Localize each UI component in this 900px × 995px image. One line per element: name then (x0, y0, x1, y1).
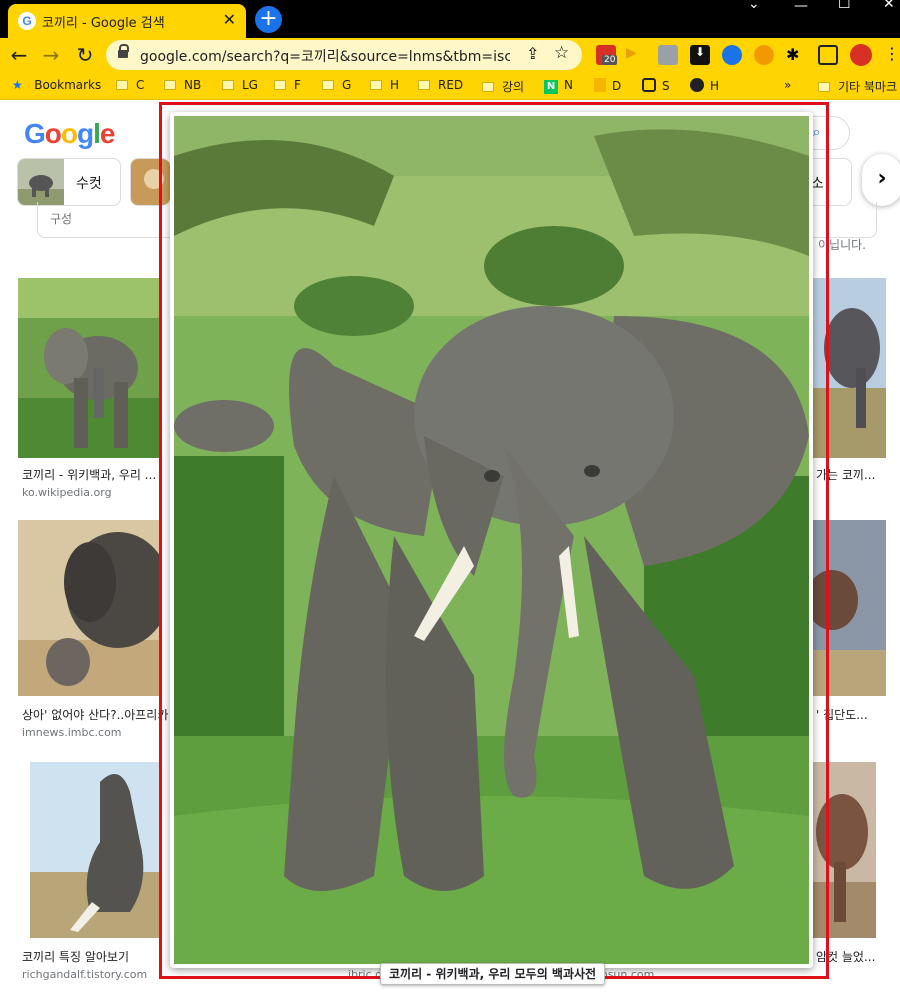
minimize-button[interactable]: — (794, 0, 808, 18)
browser-window: G 코끼리 - Google 검색 ✕ + ⌄ — ☐ ✕ ← → ↻ goog… (0, 0, 900, 995)
chip-male[interactable]: 수컷 (17, 158, 121, 206)
image-preview-card[interactable] (170, 112, 813, 968)
folder-icon (482, 82, 494, 92)
result-image[interactable] (30, 762, 160, 938)
preview-caption[interactable]: 코끼리 - 위키백과, 우리 모두의 백과사전 (380, 963, 606, 985)
bookmarks-manager[interactable]: ★ Bookmarks (12, 78, 101, 92)
globe-extension-icon[interactable] (722, 45, 742, 65)
bookmark-folder[interactable]: RED (418, 78, 463, 92)
result-caption[interactable]: 상아' 없어야 산다?..아프리카 (22, 706, 168, 723)
share-icon[interactable]: ⇪ (526, 44, 539, 63)
chevron-right-icon[interactable]: › (862, 154, 900, 206)
bookmark-h[interactable]: H (690, 78, 719, 93)
result-caption[interactable]: 코끼리 - 위키백과, 우리 ... (22, 466, 156, 483)
result-source[interactable]: ko.wikipedia.org (22, 486, 112, 499)
tab-search-icon[interactable]: ⌄ (748, 0, 760, 16)
menu-kebab-icon[interactable]: ⋮ (884, 44, 900, 63)
extension-badge: 20 (602, 55, 618, 65)
bookmark-folder[interactable]: 강의 (482, 78, 524, 95)
result-caption[interactable]: 코끼리 특징 알아보기 (22, 948, 129, 965)
related-text-left: 구성 (50, 212, 73, 226)
folder-icon (370, 80, 382, 90)
tab-close-icon[interactable]: ✕ (223, 10, 236, 29)
google-logo[interactable]: Google (24, 118, 115, 150)
bookmark-star-icon[interactable]: ☆ (554, 43, 569, 63)
lock-icon (118, 44, 129, 60)
chip-elephant-thumbnail (18, 159, 64, 205)
folder-icon (164, 80, 176, 90)
download-extension-icon[interactable]: ⬇ (690, 45, 710, 65)
elephant-preview-image[interactable] (174, 116, 809, 964)
result-image[interactable] (18, 520, 160, 696)
bookmark-folder[interactable]: F (274, 78, 301, 92)
folder-icon (274, 80, 286, 90)
address-bar[interactable]: google.com/search?q=코끼리&source=lnms&tbm=… (106, 40, 582, 70)
tab-title: 코끼리 - Google 검색 (42, 16, 165, 31)
side-panel-icon[interactable] (818, 45, 838, 65)
profile-avatar[interactable] (850, 44, 872, 66)
tab-strip: G 코끼리 - Google 검색 ✕ + ⌄ — ☐ ✕ (0, 0, 900, 38)
url-text: google.com/search?q=코끼리&source=lnms&tbm=… (140, 49, 510, 65)
back-button[interactable]: ← (6, 42, 32, 68)
bookmark-folder[interactable]: NB (164, 78, 201, 92)
new-tab-button[interactable]: + (255, 6, 282, 33)
naver-icon: N (544, 80, 558, 94)
bookmarks-bar: ★ Bookmarks C NB LG F G H RED 강의 NN D S … (0, 72, 900, 100)
more-bookmarks-button[interactable]: » (784, 78, 791, 92)
s-icon (642, 78, 656, 92)
other-bookmarks[interactable]: 기타 북마크 (818, 78, 897, 95)
star-icon: ★ (12, 78, 23, 92)
bookmark-d[interactable]: D (594, 78, 621, 93)
bookmark-n[interactable]: NN (544, 78, 573, 94)
bookmark-s[interactable]: S (642, 78, 670, 93)
chip-label: 수컷 (76, 176, 102, 192)
close-window-button[interactable]: ✕ (883, 0, 895, 16)
result-source[interactable]: richgandalf.tistory.com (22, 968, 147, 981)
forward-button[interactable]: → (38, 42, 64, 68)
bookmark-folder[interactable]: G (322, 78, 351, 92)
folder-icon (418, 80, 430, 90)
maximize-button[interactable]: ☐ (838, 0, 851, 16)
browser-tab[interactable]: G 코끼리 - Google 검색 ✕ (8, 4, 246, 38)
orange-extension-icon[interactable] (754, 45, 774, 65)
flag-extension-icon[interactable]: ▶ (626, 45, 646, 65)
google-favicon-icon: G (18, 12, 36, 30)
folder-icon (116, 80, 128, 90)
bookmark-folder[interactable]: H (370, 78, 399, 92)
folder-icon (222, 80, 234, 90)
reload-button[interactable]: ↻ (72, 42, 98, 68)
bookmark-folder[interactable]: LG (222, 78, 258, 92)
folder-icon (818, 82, 830, 92)
owl-icon (690, 78, 704, 92)
image-extension-icon[interactable] (658, 45, 678, 65)
result-image[interactable] (18, 278, 160, 458)
browser-toolbar: ← → ↻ google.com/search?q=코끼리&source=lnm… (0, 38, 900, 72)
folder-icon (322, 80, 334, 90)
result-source[interactable]: imnews.imbc.com (22, 726, 122, 739)
extensions-puzzle-icon[interactable]: ✱ (786, 45, 806, 65)
bookmark-folder[interactable]: C (116, 78, 144, 92)
d-icon (594, 78, 606, 92)
